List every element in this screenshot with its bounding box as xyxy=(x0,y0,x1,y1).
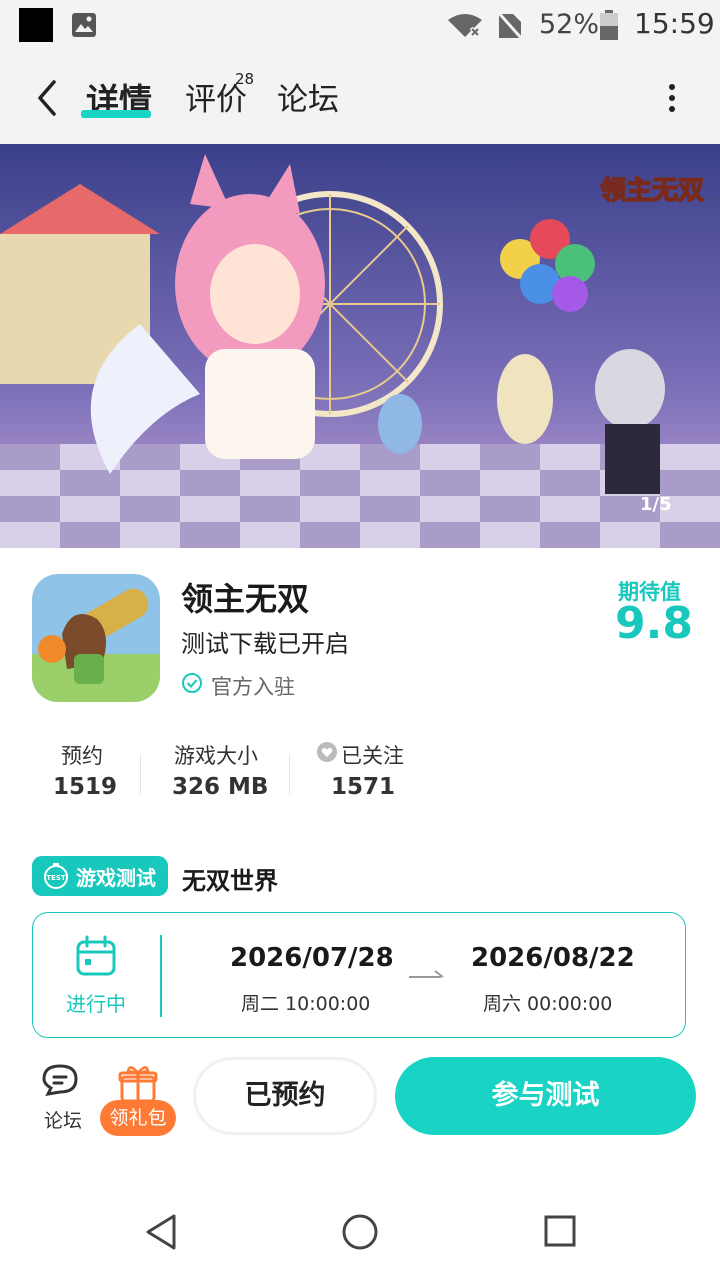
test-status: 进行中 xyxy=(66,992,126,1016)
stat-reserve-label: 预约 xyxy=(61,744,103,768)
calendar-icon xyxy=(76,935,116,976)
tab-active-indicator xyxy=(81,110,151,118)
join-test-button[interactable]: 参与测试 xyxy=(395,1057,696,1135)
reserved-button[interactable]: 已预约 xyxy=(193,1057,377,1135)
gift-icon[interactable] xyxy=(118,1063,158,1103)
nav-back-icon[interactable] xyxy=(144,1212,178,1252)
test-title: 无双世界 xyxy=(182,867,278,895)
app-icon xyxy=(32,574,160,702)
more-menu-icon[interactable] xyxy=(660,78,684,118)
verified-label: 官方入驻 xyxy=(211,675,295,699)
tab-forum[interactable]: 论坛 xyxy=(277,74,339,119)
battery-icon xyxy=(600,10,618,40)
test-schedule-card: 进行中 2026/07/28 周二 10:00:00 2026/08/22 周六… xyxy=(32,912,686,1038)
svg-text:TEST: TEST xyxy=(46,874,66,882)
stat-reserve-value: 1519 xyxy=(53,774,118,800)
bottom-forum-label[interactable]: 论坛 xyxy=(44,1106,82,1133)
stat-follow-label: 已关注 xyxy=(341,744,404,768)
stat-divider xyxy=(289,754,290,794)
system-nav-bar xyxy=(0,1190,720,1280)
test-badge: TEST 游戏测试 xyxy=(32,856,168,896)
verified-check-icon xyxy=(182,673,202,693)
forum-chat-icon[interactable] xyxy=(40,1063,82,1099)
test-end-time: 周六 00:00:00 xyxy=(483,993,613,1015)
banner-page-counter: 1/5 xyxy=(640,494,672,515)
stat-size-label: 游戏大小 xyxy=(174,744,258,768)
test-start-time: 周二 10:00:00 xyxy=(241,993,371,1015)
card-divider xyxy=(160,935,162,1017)
banner-carousel[interactable]: 领主无双 1/5 xyxy=(0,144,720,548)
test-badge-label: 游戏测试 xyxy=(76,866,156,890)
status-bar: 52% 15:59 xyxy=(0,0,720,52)
clock: 15:59 xyxy=(634,7,715,40)
wifi-off-icon xyxy=(448,14,482,38)
heart-icon xyxy=(317,742,337,762)
stat-divider xyxy=(140,754,141,794)
expectation-score: 9.8 xyxy=(615,598,693,649)
test-stopwatch-icon: TEST xyxy=(44,863,68,889)
banner-artwork: 领主无双 xyxy=(0,144,720,548)
nav-recents-icon[interactable] xyxy=(543,1214,577,1248)
banner-logo-text: 领主无双 xyxy=(600,175,704,206)
stat-follow-value: 1571 xyxy=(331,774,396,800)
notification-square-icon xyxy=(19,8,53,42)
arrow-right-icon xyxy=(409,970,444,978)
back-arrow-icon[interactable] xyxy=(30,76,64,120)
review-count-badge: 28 xyxy=(235,70,255,88)
test-end-date: 2026/08/22 xyxy=(471,943,635,973)
test-start-date: 2026/07/28 xyxy=(230,943,394,973)
gift-pack-button[interactable]: 领礼包 xyxy=(100,1100,176,1136)
stat-size-value: 326 MB xyxy=(172,774,269,800)
app-subtitle: 测试下载已开启 xyxy=(181,630,349,658)
app-name: 领主无双 xyxy=(181,580,310,618)
image-icon xyxy=(72,13,96,37)
nav-home-icon[interactable] xyxy=(340,1212,380,1252)
battery-percent: 52% xyxy=(539,9,600,40)
no-sim-icon xyxy=(497,11,523,40)
top-nav: 详情 评价 28 论坛 xyxy=(0,52,720,144)
